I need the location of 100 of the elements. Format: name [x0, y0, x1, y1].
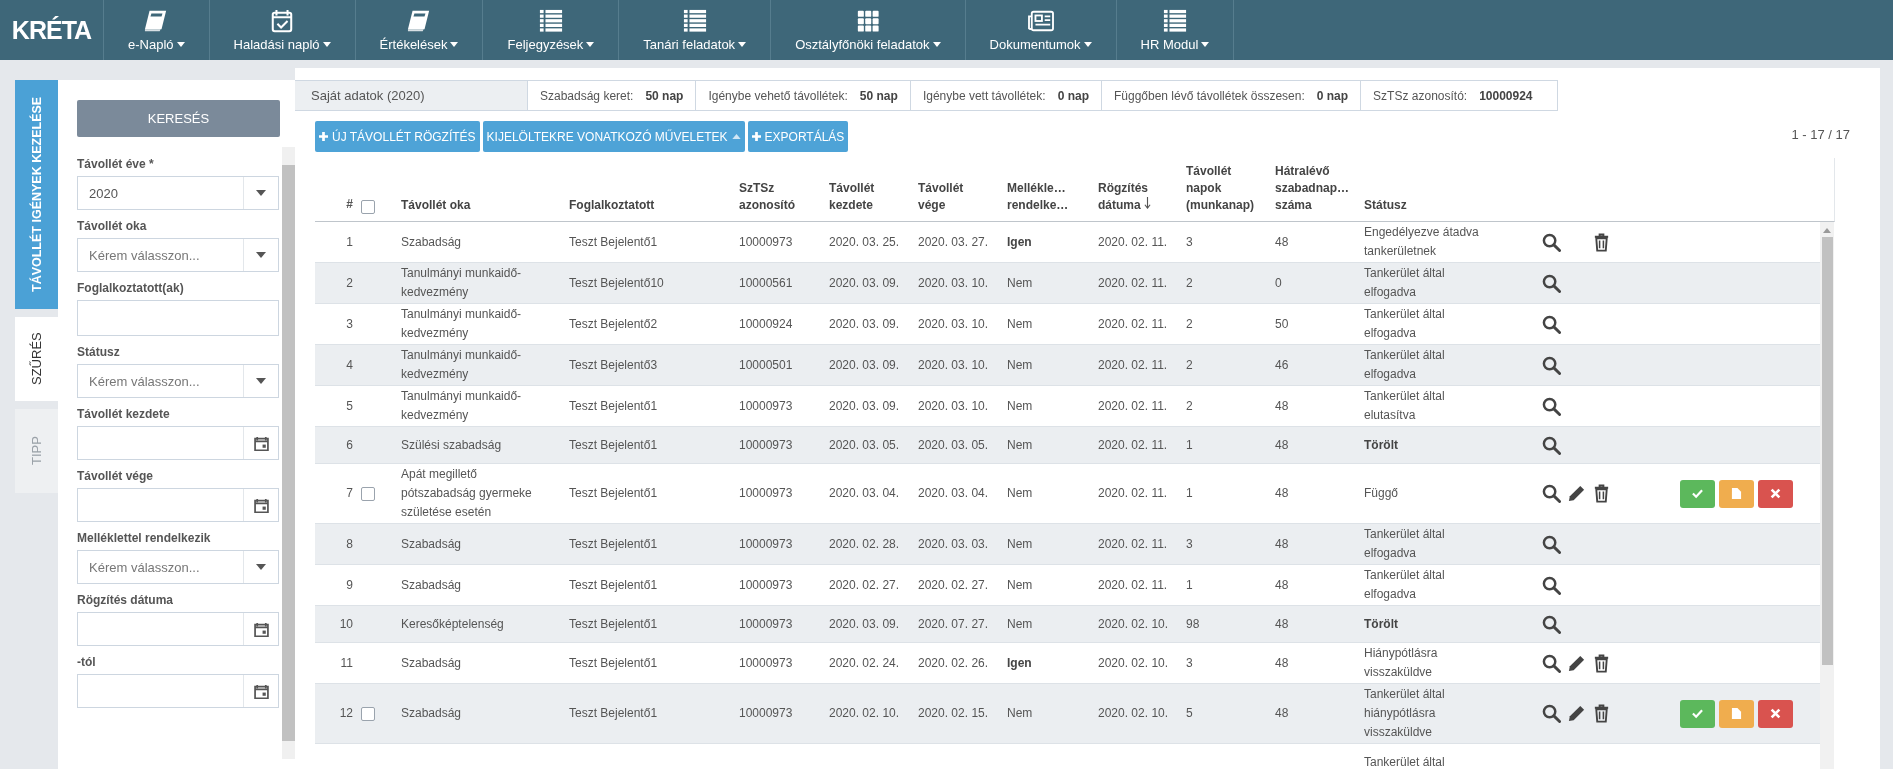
field-label: -tól: [77, 655, 97, 669]
field-label: Rögzítés dátuma: [77, 593, 174, 607]
date-field[interactable]: [77, 426, 280, 460]
input-field[interactable]: [77, 300, 280, 336]
nav-menu-item[interactable]: Osztályfőnöki feladatok: [771, 0, 966, 60]
side-tab[interactable]: SZŰRÉS: [15, 317, 58, 401]
date-field[interactable]: [77, 674, 280, 708]
nav-menu-item[interactable]: HR Modul: [1116, 0, 1235, 60]
table-cell-text: Nem: [1007, 485, 1033, 502]
field-label: Foglalkoztatott(ak): [77, 281, 185, 295]
search-icon[interactable]: [1541, 435, 1561, 455]
table-cell-text: 1: [1186, 576, 1193, 594]
search-icon[interactable]: [1541, 704, 1561, 723]
column-header[interactable]: Foglalkoztatott: [569, 197, 655, 214]
checkbox[interactable]: [361, 200, 375, 214]
pencil-icon[interactable]: [1566, 704, 1586, 723]
table-cell-text: 2020. 03. 03.: [918, 535, 989, 553]
newspaper-icon: [1026, 8, 1055, 33]
search-icon[interactable]: [1541, 232, 1561, 252]
table-cell-text: 2020. 03. 04.: [829, 485, 900, 502]
search-icon[interactable]: [1541, 355, 1561, 375]
column-header[interactable]: Távollét kezdete: [829, 180, 904, 214]
dropdown-field[interactable]: Kérem válasszon...: [77, 238, 280, 272]
table-cell-text: 2020. 02. 24.: [829, 654, 900, 672]
nav-menu-item[interactable]: Tanári feladatok: [619, 0, 772, 60]
table-cell-text: 2020. 02. 11.: [1098, 397, 1168, 415]
search-icon[interactable]: [1541, 653, 1561, 673]
table-cell-text: Nem: [1007, 356, 1033, 374]
dropdown-field[interactable]: 2020: [77, 176, 280, 210]
search-icon[interactable]: [1541, 575, 1561, 595]
scrollbar[interactable]: [1820, 222, 1834, 769]
pencil-icon[interactable]: [1566, 653, 1586, 673]
table-cell-text: 2020. 02. 11.: [1098, 535, 1168, 553]
reject-button[interactable]: [1758, 699, 1793, 728]
table-cell-text: 9: [345, 576, 353, 594]
column-header[interactable]: SzTSz azonosító: [739, 180, 815, 214]
table-cell-text: 2020. 02. 10.: [1098, 615, 1169, 633]
nav-menu-item[interactable]: Értékelések: [355, 0, 484, 60]
scroll-up-icon: [1823, 228, 1831, 233]
nav-menu-item[interactable]: Feljegyzések: [483, 0, 620, 60]
date-field[interactable]: [77, 612, 280, 646]
table-cell-text: Apát megillető pótszabadság gyermeke születése esetén: [401, 466, 533, 521]
checkbox[interactable]: [361, 486, 375, 501]
table-cell-text: 2020. 02. 15.: [918, 705, 989, 722]
table-cell-text: 10000973: [739, 535, 793, 553]
scrollbar[interactable]: [282, 147, 295, 759]
column-header[interactable]: Távollét napok (munkanap): [1186, 163, 1261, 214]
search-icon[interactable]: [1541, 396, 1561, 416]
table-cell-text: 5: [1186, 705, 1193, 722]
caret-icon: [932, 41, 941, 47]
table-cell-text: 2020. 03. 10.: [918, 315, 989, 333]
column-header[interactable]: Távollét oka: [401, 197, 471, 214]
caret-icon: [1201, 41, 1210, 47]
table-cell-text: 2020. 03. 05.: [829, 436, 900, 454]
table-cell-text: 2020. 03. 09.: [829, 615, 900, 633]
table-cell-text: Engedélyezve átadva tankerületnek: [1364, 224, 1480, 260]
logo[interactable]: KRÉTA: [0, 0, 104, 60]
table-cell-text: 48: [1275, 535, 1289, 553]
nav-menu-item[interactable]: e-Napló: [104, 0, 210, 60]
search-icon[interactable]: [1541, 314, 1561, 334]
nav-menu-item[interactable]: Dokumentumok: [965, 0, 1117, 60]
dropdown-field[interactable]: Kérem válasszon...: [77, 364, 280, 398]
pencil-icon[interactable]: [1566, 484, 1586, 503]
table-cell-text: Teszt Bejelentő1: [569, 654, 658, 672]
table-cell-text: 2020. 02. 10.: [829, 705, 900, 722]
table-cell-text: 10000561: [739, 274, 793, 292]
document-icon: [1731, 488, 1742, 499]
search-icon[interactable]: [1541, 614, 1561, 634]
caret-icon: [450, 41, 459, 47]
document-icon: [1731, 708, 1742, 719]
table-cell-text: Tanulmányi munkaidő-kedvezmény: [401, 388, 523, 424]
search-icon[interactable]: [1541, 484, 1561, 503]
search-icon[interactable]: [1541, 534, 1561, 554]
column-header[interactable]: Mellékle… rendelke…: [1007, 180, 1084, 214]
nav-menu-item[interactable]: Haladási napló: [209, 0, 356, 60]
column-header[interactable]: Rögzítés dátuma: [1098, 180, 1172, 214]
sort-arrow-icon: [1143, 197, 1151, 209]
table-cell-text: 1: [345, 233, 353, 251]
reject-button[interactable]: [1758, 479, 1793, 508]
column-header[interactable]: Távollét vége: [918, 180, 993, 214]
table-cell-text: 2020. 03. 10.: [918, 356, 989, 374]
search-button[interactable]: KERESÉS: [77, 100, 280, 137]
table-cell-text: Szabadság: [401, 535, 462, 553]
table-cell-text: 3: [1186, 654, 1193, 672]
table-cell-text: Nem: [1007, 535, 1033, 553]
table-cell-text: 2020. 02. 27.: [829, 576, 900, 594]
column-header[interactable]: Státusz: [1364, 197, 1407, 214]
search-icon[interactable]: [1541, 273, 1561, 293]
table-cell-text: Teszt Bejelentő1: [569, 615, 658, 633]
date-field[interactable]: [77, 488, 280, 522]
table-cell-text: Teszt Bejelentő1: [569, 576, 658, 594]
dropdown-field[interactable]: Kérem válasszon...: [77, 550, 280, 584]
table-cell-text: 2020. 02. 11.: [1098, 356, 1168, 374]
column-header[interactable]: Hátralévő szabadnap… száma: [1275, 163, 1350, 214]
checkbox[interactable]: [361, 706, 375, 721]
table-cell-text: 0: [1275, 274, 1282, 292]
calendar-icon: [253, 621, 269, 637]
table-cell-text: Szabadság: [401, 654, 462, 672]
table-cell-text: Teszt Bejelentő1: [569, 436, 658, 454]
table-cell-text: 2020. 03. 10.: [918, 397, 989, 415]
